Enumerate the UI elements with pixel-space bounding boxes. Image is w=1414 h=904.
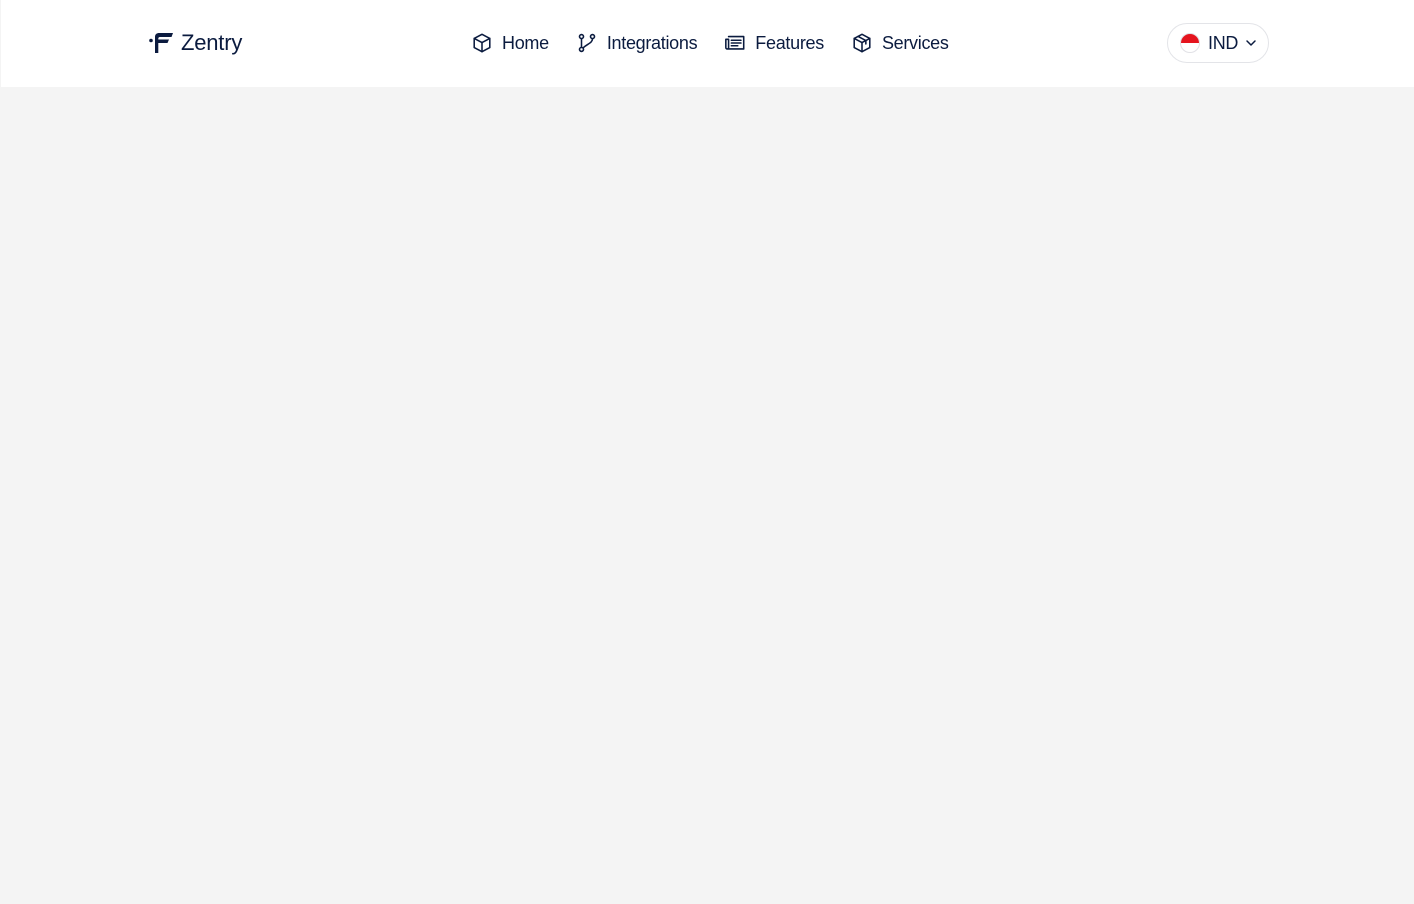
git-branch-icon: [578, 33, 596, 53]
main-nav: Home Integrations Features Services: [471, 28, 949, 58]
language-selector[interactable]: IND: [1167, 23, 1269, 63]
box-icon: [473, 33, 491, 53]
nav-label-integrations: Integrations: [606, 33, 698, 53]
nav-item-home[interactable]: Home: [471, 28, 549, 58]
nav-label-services: Services: [881, 33, 949, 53]
nav-label-home: Home: [502, 33, 549, 53]
brand-logo-icon: [149, 33, 173, 53]
nav-item-services[interactable]: Services: [851, 28, 949, 58]
nav-item-features[interactable]: Features: [724, 28, 824, 58]
brand-logo-link[interactable]: Zentry: [148, 28, 242, 58]
brand-name: Zentry: [181, 30, 243, 55]
main-content-area: [0, 87, 1414, 904]
language-code: IND: [1208, 32, 1239, 53]
indonesia-flag-icon: [1180, 33, 1200, 53]
nav-item-integrations[interactable]: Integrations: [576, 28, 698, 58]
chevron-down-icon: [1246, 40, 1256, 46]
nav-label-features: Features: [755, 33, 824, 53]
newspaper-icon: [725, 35, 745, 50]
package-icon: [853, 33, 871, 53]
top-navbar: Zentry Home Integrations Features Servic…: [1, 0, 1414, 87]
